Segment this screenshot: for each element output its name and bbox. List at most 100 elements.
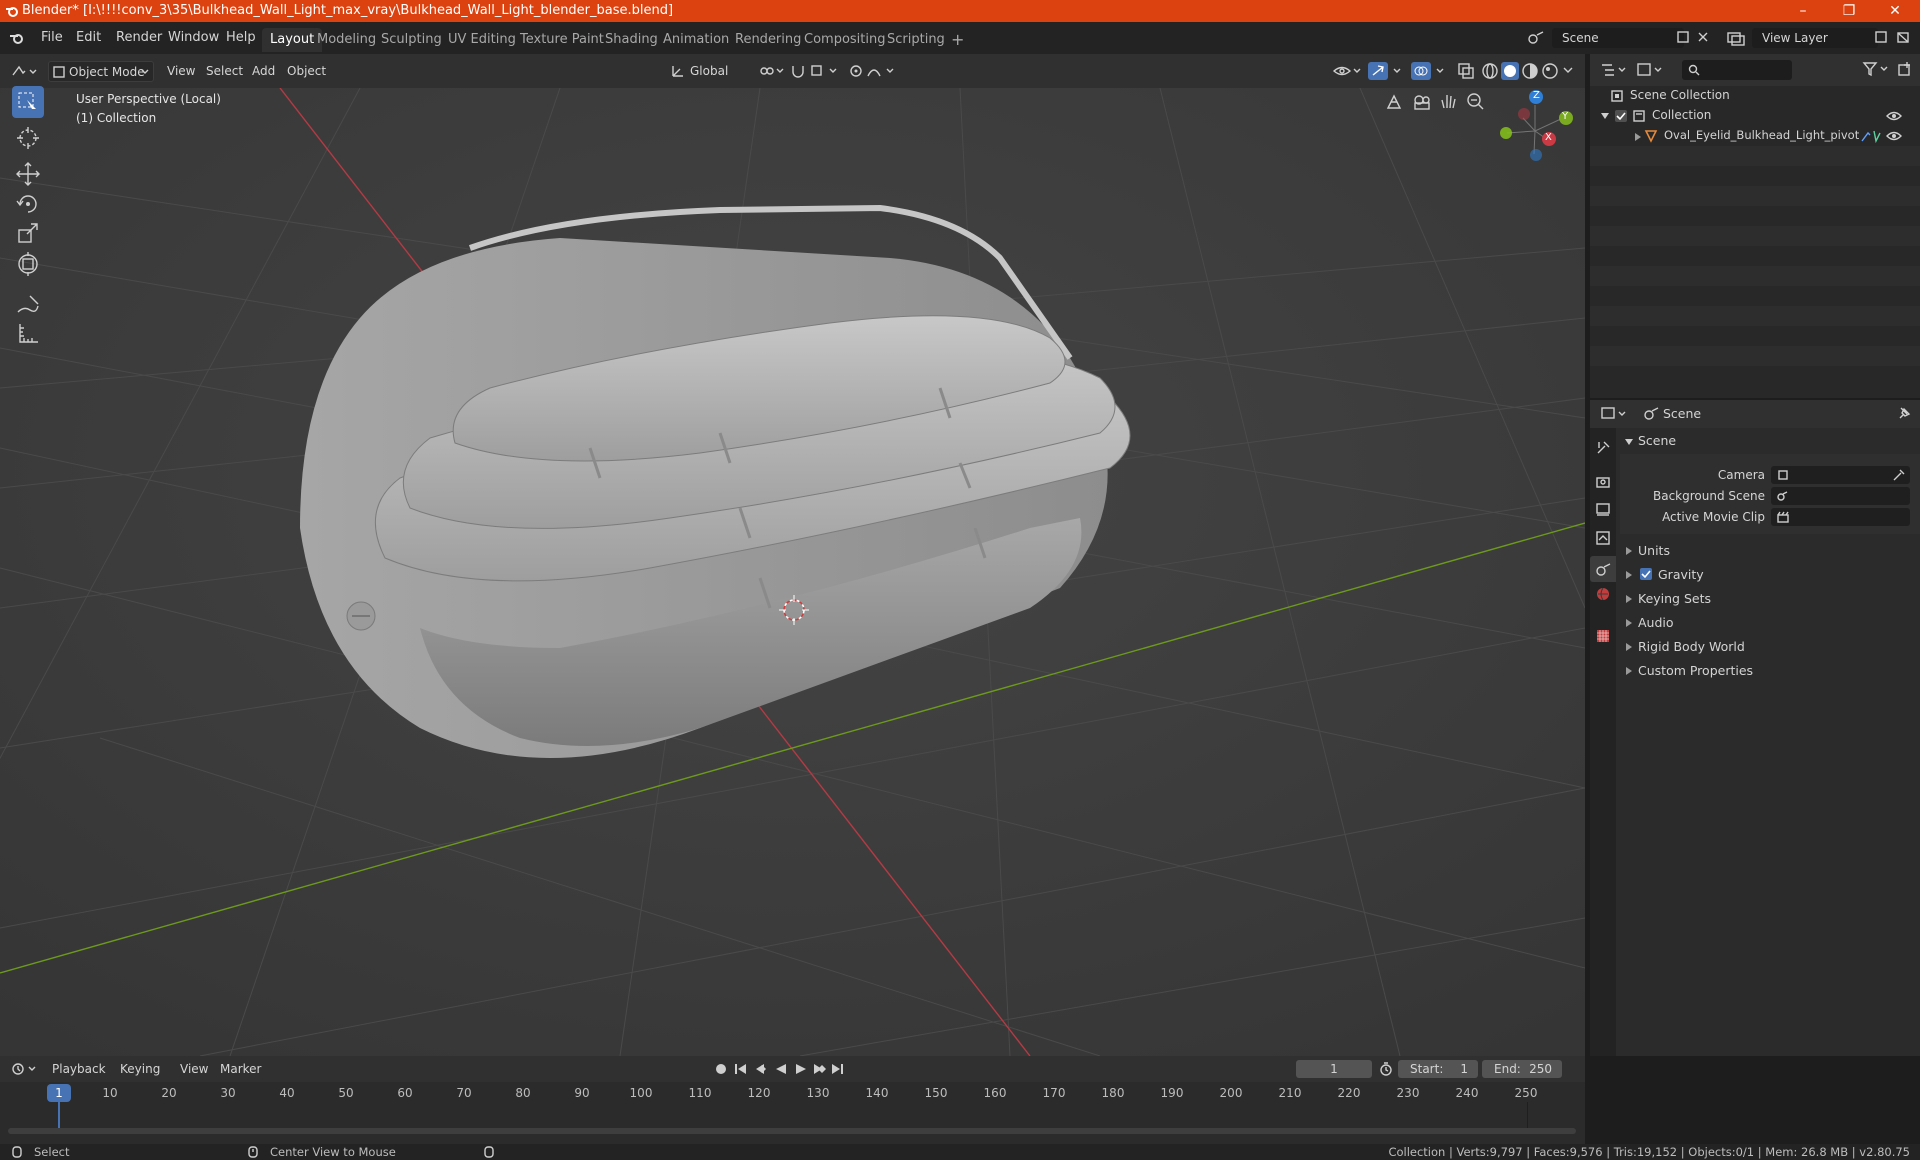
eye-icon[interactable] bbox=[1886, 109, 1902, 123]
rigid-body-world-section[interactable]: Rigid Body World bbox=[1620, 636, 1920, 656]
scene-name-field[interactable]: Scene bbox=[1552, 28, 1684, 48]
scene-tab[interactable] bbox=[1590, 556, 1616, 582]
falloff-icon[interactable] bbox=[866, 63, 896, 79]
add-workspace-button[interactable]: + bbox=[943, 28, 972, 52]
checkbox-checked-icon[interactable] bbox=[1614, 109, 1628, 123]
outliner-row-scene-collection[interactable]: Scene Collection bbox=[1610, 86, 1910, 106]
wireframe-shading-icon[interactable] bbox=[1481, 62, 1499, 80]
expand-right-icon[interactable] bbox=[1634, 132, 1642, 142]
gizmo-z-label[interactable]: Z bbox=[1533, 90, 1540, 101]
outliner-row-object[interactable]: Oval_Eyelid_Bulkhead_Light_pivot bbox=[1634, 126, 1910, 146]
3d-viewport[interactable]: Z Y X User Perspective (Local) (1) Colle… bbox=[0, 88, 1585, 1056]
menu-help[interactable]: Help bbox=[219, 28, 263, 48]
scene-panel-title[interactable]: Scene bbox=[1638, 433, 1676, 448]
new-scene-icon[interactable] bbox=[1676, 30, 1690, 44]
menu-window[interactable]: Window bbox=[161, 28, 226, 48]
preview-range-icon[interactable] bbox=[1378, 1061, 1394, 1077]
camera-field[interactable] bbox=[1771, 466, 1910, 484]
world-tab-icon[interactable] bbox=[1595, 586, 1611, 602]
object-mode-dropdown[interactable]: Object Mode bbox=[48, 61, 154, 82]
maximize-button[interactable]: ❐ bbox=[1826, 0, 1872, 22]
tab-animation[interactable]: Animation bbox=[655, 28, 737, 52]
snap-target-icon[interactable] bbox=[810, 63, 838, 79]
outliner-editor-icon[interactable] bbox=[1600, 62, 1628, 78]
cursor-tool[interactable] bbox=[12, 122, 44, 154]
rotate-tool[interactable] bbox=[12, 188, 44, 220]
visibility-icon[interactable] bbox=[1332, 62, 1362, 80]
eyedropper-icon[interactable] bbox=[1892, 468, 1906, 482]
viewport-scene[interactable] bbox=[0, 88, 1585, 1056]
delete-scene-icon[interactable] bbox=[1696, 30, 1710, 44]
material-shading-icon[interactable] bbox=[1521, 62, 1539, 80]
properties-editor-icon[interactable] bbox=[1600, 405, 1628, 423]
timeline-editor-icon[interactable] bbox=[10, 1061, 38, 1077]
solid-shading-icon[interactable] bbox=[1501, 62, 1519, 80]
annotate-tool[interactable] bbox=[12, 288, 44, 320]
move-tool[interactable] bbox=[12, 158, 44, 190]
view-layer-tab-icon[interactable] bbox=[1595, 530, 1611, 546]
transform-tool[interactable] bbox=[12, 248, 44, 280]
overlays-icon[interactable] bbox=[1411, 62, 1447, 80]
measure-tool[interactable] bbox=[12, 318, 44, 350]
menu-marker[interactable]: Marker bbox=[214, 1059, 267, 1080]
texture-tab-icon[interactable] bbox=[1595, 628, 1611, 644]
menu-timeline-view[interactable]: View bbox=[174, 1059, 214, 1080]
units-section[interactable]: Units bbox=[1620, 540, 1920, 560]
background-scene-field[interactable] bbox=[1771, 487, 1910, 505]
snap-icon[interactable] bbox=[790, 63, 806, 79]
keying-sets-section[interactable]: Keying Sets bbox=[1620, 588, 1920, 608]
menu-file[interactable]: File bbox=[34, 28, 70, 48]
gizmo-y-label[interactable]: Y bbox=[1562, 111, 1568, 122]
expand-down-icon[interactable] bbox=[1600, 112, 1610, 120]
proportional-edit-icon[interactable] bbox=[848, 63, 864, 79]
gravity-checkbox-icon[interactable] bbox=[1639, 567, 1653, 581]
modifier-icon[interactable] bbox=[1860, 129, 1882, 143]
outliner-search-input[interactable] bbox=[1682, 60, 1792, 80]
menu-view[interactable]: View bbox=[161, 61, 201, 82]
scale-tool[interactable] bbox=[12, 218, 44, 250]
blender-menu-icon[interactable] bbox=[9, 30, 25, 46]
editor-type-icon[interactable] bbox=[10, 62, 38, 80]
panel-expanded-icon[interactable] bbox=[1624, 438, 1634, 446]
gizmo-toggle-icon[interactable] bbox=[1368, 62, 1404, 80]
menu-keying[interactable]: Keying bbox=[114, 1059, 166, 1080]
pin-icon[interactable] bbox=[1896, 406, 1912, 422]
custom-properties-section[interactable]: Custom Properties bbox=[1620, 660, 1920, 680]
gravity-section[interactable]: Gravity bbox=[1620, 564, 1920, 584]
start-frame-field[interactable]: Start: 1 bbox=[1398, 1060, 1478, 1078]
display-mode-icon[interactable] bbox=[1636, 62, 1664, 78]
pivot-point-icon[interactable] bbox=[757, 63, 785, 79]
menu-add[interactable]: Add bbox=[246, 61, 281, 82]
timeline-scrollbar[interactable] bbox=[8, 1128, 1576, 1134]
output-tab-icon[interactable] bbox=[1595, 502, 1611, 518]
scene-icon[interactable] bbox=[1525, 29, 1549, 47]
record-icon[interactable] bbox=[712, 1061, 730, 1077]
menu-object[interactable]: Object bbox=[281, 61, 332, 82]
menu-edit[interactable]: Edit bbox=[69, 28, 108, 48]
current-frame-field[interactable]: 1 bbox=[1296, 1060, 1372, 1078]
rendered-shading-icon[interactable] bbox=[1541, 62, 1559, 80]
tab-scripting[interactable]: Scripting bbox=[879, 28, 953, 52]
active-movie-clip-field[interactable] bbox=[1771, 508, 1910, 526]
render-tab-icon[interactable] bbox=[1595, 474, 1611, 490]
xray-icon[interactable] bbox=[1457, 62, 1475, 80]
new-view-layer-icon[interactable] bbox=[1874, 30, 1888, 44]
end-frame-field[interactable]: End: 250 bbox=[1482, 1060, 1562, 1078]
close-button[interactable]: ✕ bbox=[1872, 0, 1918, 22]
menu-select[interactable]: Select bbox=[200, 61, 249, 82]
menu-playback[interactable]: Playback bbox=[46, 1059, 112, 1080]
transform-orientation-dropdown[interactable]: Global bbox=[668, 61, 748, 82]
tab-sculpting[interactable]: Sculpting bbox=[373, 28, 450, 52]
minimize-button[interactable]: – bbox=[1780, 0, 1826, 22]
audio-section[interactable]: Audio bbox=[1620, 612, 1920, 632]
shading-options-chevron-icon[interactable] bbox=[1562, 66, 1574, 74]
filter-icon[interactable] bbox=[1862, 61, 1892, 77]
new-collection-icon[interactable] bbox=[1897, 61, 1913, 77]
gizmo-x-label[interactable]: X bbox=[1545, 132, 1552, 143]
outliner-row-collection[interactable]: Collection bbox=[1600, 106, 1910, 126]
delete-view-layer-icon[interactable] bbox=[1896, 30, 1910, 44]
view-layer-field[interactable]: View Layer bbox=[1752, 28, 1878, 48]
select-box-tool[interactable] bbox=[12, 86, 44, 118]
view-layer-icon[interactable] bbox=[1725, 29, 1749, 47]
tool-tab-icon[interactable] bbox=[1595, 440, 1611, 456]
